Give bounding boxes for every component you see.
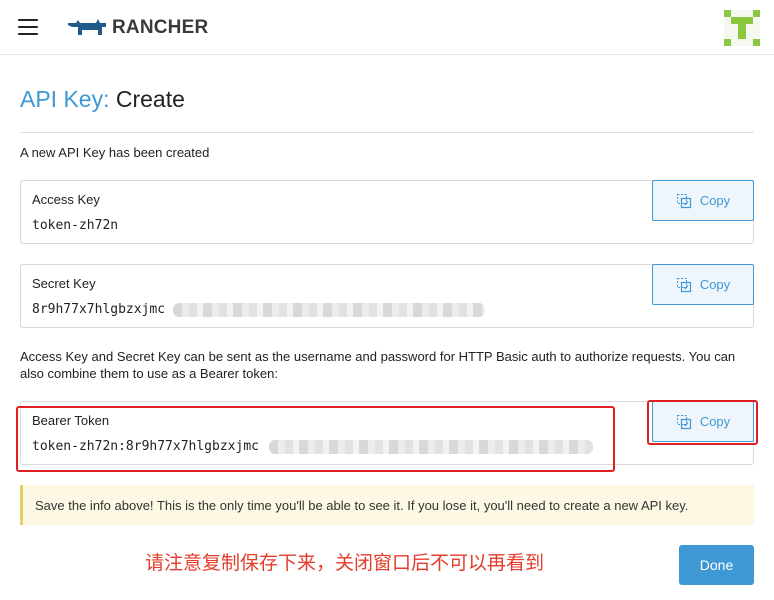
secret-key-label: Secret Key [32, 276, 96, 291]
title-divider [20, 132, 754, 133]
creation-notice: A new API Key has been created [20, 145, 210, 160]
copy-clipboard-icon [676, 414, 691, 429]
copy-bearer-token-label: Copy [699, 414, 731, 429]
bearer-token-value[interactable]: token-zh72n:8r9h77x7hlgbzxjmc [32, 439, 259, 454]
copy-clipboard-icon [676, 277, 691, 292]
logo-text: RANCHER [112, 17, 209, 38]
bearer-token-box: Bearer Token token-zh72n:8r9h77x7hlgbzxj… [20, 401, 754, 465]
access-key-value[interactable]: token-zh72n [32, 218, 118, 233]
copy-bearer-token-button[interactable]: Copy [652, 401, 754, 442]
top-navigation-bar: RANCHER [0, 0, 774, 55]
hamburger-menu-icon[interactable] [18, 19, 38, 35]
bearer-token-label: Bearer Token [32, 413, 110, 428]
page-title-suffix: Create [115, 86, 185, 112]
copy-access-key-button[interactable]: Copy [652, 180, 754, 221]
secret-key-box: Secret Key 8r9h77x7hlgbzxjmc [20, 264, 754, 328]
copy-secret-key-label: Copy [699, 277, 731, 292]
secret-key-value[interactable]: 8r9h77x7hlgbzxjmc [32, 302, 165, 317]
copy-secret-key-button[interactable]: Copy [652, 264, 754, 305]
page-title: API Key: Create [20, 86, 185, 113]
copy-access-key-label: Copy [699, 193, 731, 208]
chinese-annotation-text: 请注意复制保存下来，关闭窗口后不可以再看到 [145, 552, 545, 574]
auth-explanation: Access Key and Secret Key can be sent as… [20, 349, 736, 381]
bearer-token-redaction-blur [269, 440, 593, 454]
secret-key-redaction-blur [173, 303, 485, 317]
page-title-prefix: API Key: [20, 86, 110, 112]
user-avatar-icon[interactable] [724, 10, 760, 46]
rancher-cow-logo-icon [68, 19, 106, 35]
access-key-box: Access Key token-zh72n [20, 180, 754, 244]
save-warning-banner: Save the info above! This is the only ti… [20, 485, 754, 525]
access-key-label: Access Key [32, 192, 100, 207]
rancher-logo[interactable]: RANCHER [66, 15, 208, 41]
done-button[interactable]: Done [679, 545, 754, 585]
copy-clipboard-icon [676, 193, 691, 208]
